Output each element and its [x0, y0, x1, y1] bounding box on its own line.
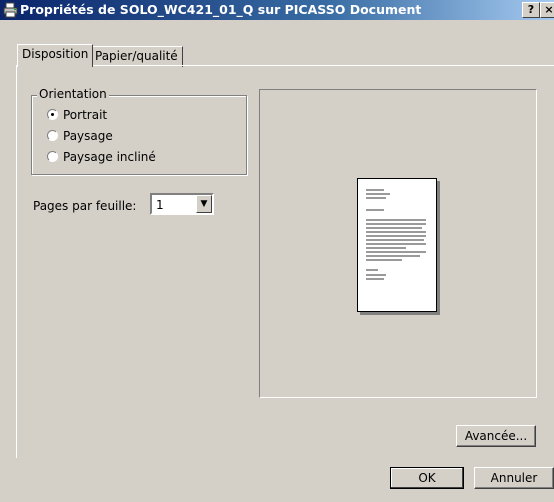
- radio-paysage-incline-label[interactable]: Paysage incliné: [63, 149, 156, 165]
- help-button[interactable]: ?: [522, 2, 540, 18]
- close-button[interactable]: ×: [540, 2, 554, 18]
- tab-disposition[interactable]: Disposition: [17, 44, 94, 67]
- chevron-down-icon[interactable]: ▼: [196, 195, 212, 213]
- window-title: Propriétés de SOLO_WC421_01_Q sur PICASS…: [20, 2, 422, 17]
- document-lines-icon: [366, 189, 426, 280]
- radio-selected-dot: [51, 113, 54, 116]
- radio-paysage-label[interactable]: Paysage: [63, 128, 113, 144]
- orientation-group-label: Orientation: [37, 87, 109, 101]
- pages-per-sheet-select[interactable]: 1 ▼: [150, 193, 214, 215]
- ok-button[interactable]: OK: [390, 467, 464, 489]
- pages-per-sheet-value: 1: [156, 198, 164, 212]
- advanced-button[interactable]: Avancée...: [456, 425, 536, 447]
- page-preview-document: [357, 178, 437, 312]
- tab-papier-qualite[interactable]: Papier/qualité: [90, 46, 183, 67]
- radio-circle[interactable]: [47, 130, 58, 141]
- cancel-button[interactable]: Annuler: [474, 467, 554, 489]
- printer-icon: [3, 2, 19, 18]
- title-bar[interactable]: Propriétés de SOLO_WC421_01_Q sur PICASS…: [0, 0, 554, 20]
- radio-circle[interactable]: [47, 109, 58, 120]
- radio-circle[interactable]: [47, 151, 58, 162]
- radio-portrait-label[interactable]: Portrait: [63, 107, 107, 123]
- pages-per-sheet-label: Pages par feuille:: [33, 199, 137, 213]
